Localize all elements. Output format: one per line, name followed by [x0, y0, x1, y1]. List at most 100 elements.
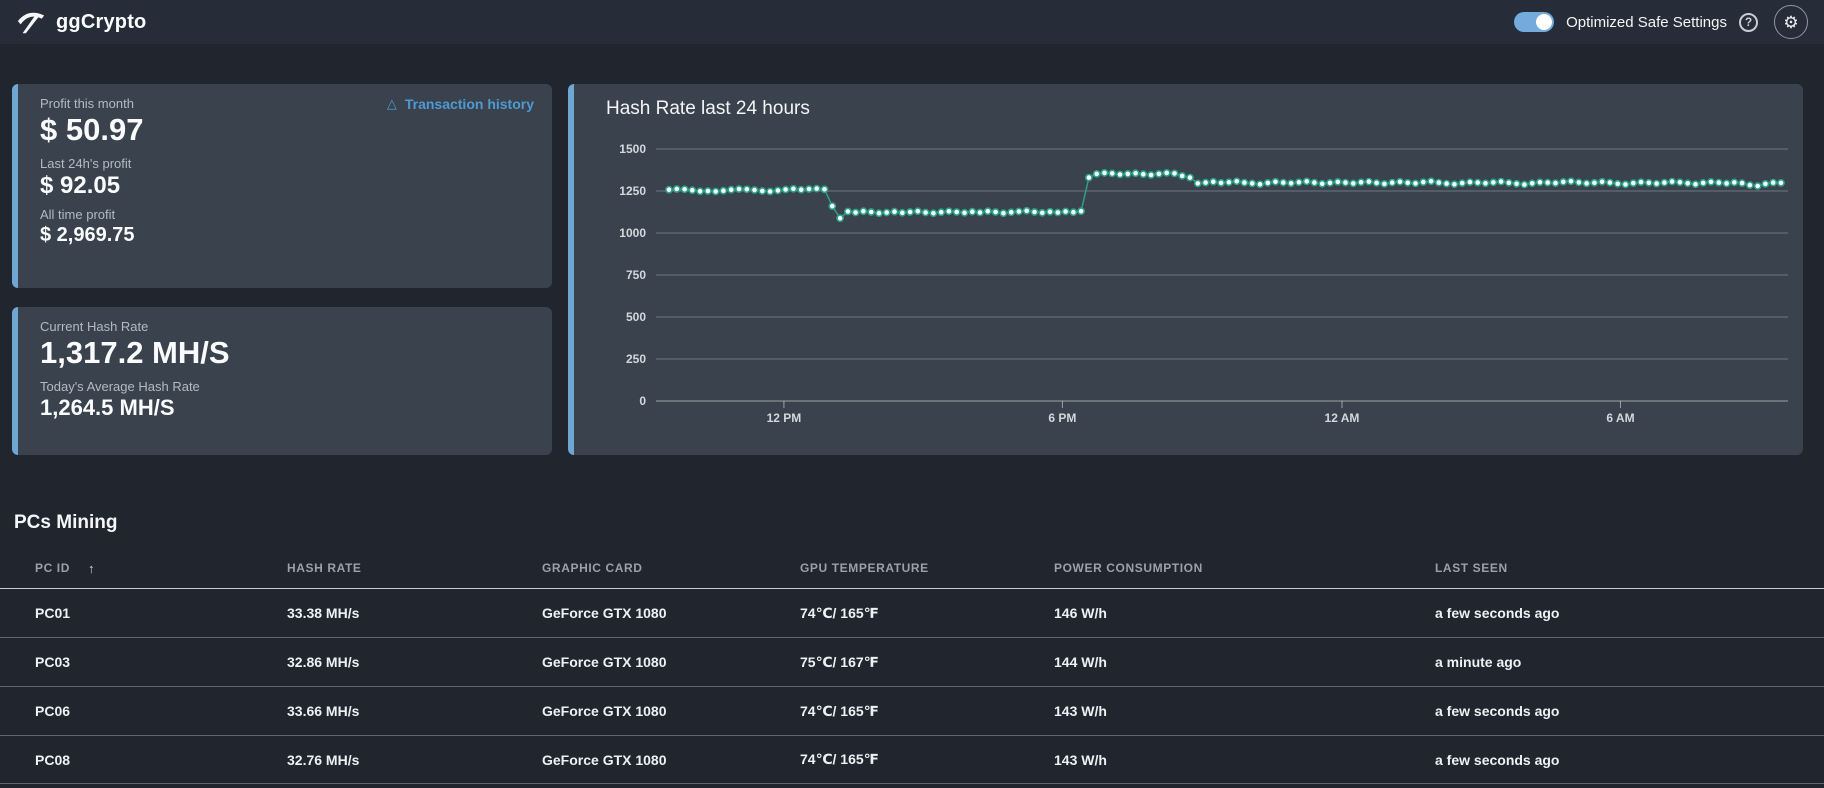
- data-point: [991, 208, 1000, 216]
- column-header-pc-id[interactable]: PC ID ↑: [35, 561, 287, 576]
- data-point: [812, 184, 821, 193]
- data-point: [1372, 179, 1381, 187]
- data-point: [843, 207, 852, 216]
- data-point: [703, 187, 712, 195]
- data-point: [1155, 170, 1163, 178]
- data-point: [1162, 169, 1171, 177]
- data-point: [1139, 170, 1148, 179]
- data-point: [1038, 208, 1047, 217]
- data-point: [665, 185, 673, 194]
- column-header-gpu-temperature[interactable]: GPU TEMPERATURE: [800, 561, 1054, 575]
- data-point: [797, 185, 806, 194]
- data-point: [1263, 179, 1272, 187]
- x-tick-label: 12 AM: [1325, 411, 1360, 425]
- data-point: [1427, 177, 1435, 186]
- data-point: [1777, 179, 1785, 187]
- data-point: [820, 185, 829, 194]
- table-cell: GeForce GTX 1080: [542, 605, 667, 621]
- hashrate-card: Current Hash Rate 1,317.2 MH/S Today's A…: [12, 307, 552, 455]
- x-tick-label: 12 PM: [767, 411, 802, 425]
- data-point: [836, 214, 844, 223]
- table-row[interactable]: PC08 32.76 MH/s GeForce GTX 1080 74℃/ 165℉ 1…: [0, 735, 1824, 784]
- table-row[interactable]: PC06 33.66 MH/s GeForce GTX 1080 74℃/ 165℉ 1…: [0, 686, 1824, 735]
- profit-24h-label: Last 24h's profit: [40, 156, 132, 172]
- table-cell: PC06: [35, 703, 71, 719]
- data-point: [1411, 179, 1420, 188]
- data-point: [976, 208, 984, 217]
- data-point: [1318, 179, 1327, 188]
- data-point: [1730, 178, 1739, 187]
- data-point: [1341, 178, 1350, 187]
- x-tick-label: 6 PM: [1048, 411, 1076, 425]
- data-point: [1271, 177, 1280, 186]
- profit-card: △ Transaction history Profit this month …: [12, 84, 552, 288]
- data-point: [711, 187, 720, 196]
- table-header-row: PC ID ↑ HASH RATE GRAPHIC CARD GPU TEMPE…: [0, 548, 1824, 588]
- data-point: [1582, 179, 1591, 188]
- toggle-label: Optimized Safe Settings: [1566, 13, 1727, 31]
- data-point: [680, 185, 689, 194]
- current-hashrate-value: 1,317.2 MH/S: [40, 335, 230, 370]
- data-point: [960, 208, 969, 217]
- data-point: [672, 185, 681, 193]
- data-point: [983, 207, 992, 216]
- data-point: [999, 209, 1008, 218]
- data-point: [1170, 169, 1179, 178]
- data-point: [1131, 169, 1140, 178]
- data-point: [1644, 178, 1653, 187]
- data-point: [758, 187, 767, 195]
- data-point: [1567, 177, 1575, 186]
- table-cell: 32.76 MH/s: [287, 751, 360, 768]
- data-point: [1753, 182, 1762, 190]
- data-point: [688, 186, 697, 195]
- data-point: [1326, 179, 1334, 187]
- data-point: [1442, 179, 1451, 188]
- topbar: ggCrypto Optimized Safe Settings ? ⚙: [0, 0, 1824, 44]
- data-point: [1637, 178, 1645, 186]
- app-title: ggCrypto: [56, 10, 147, 33]
- help-icon[interactable]: ?: [1739, 12, 1758, 32]
- column-header-graphic-card[interactable]: GRAPHIC CARD: [542, 561, 800, 575]
- data-point: [1551, 179, 1560, 187]
- data-point: [1240, 178, 1249, 187]
- settings-button[interactable]: ⚙: [1774, 5, 1808, 39]
- data-point: [921, 208, 930, 217]
- column-header-hash-rate[interactable]: HASH RATE: [287, 561, 542, 575]
- data-point: [1714, 178, 1723, 187]
- data-point: [1466, 178, 1474, 186]
- data-point: [1100, 169, 1109, 177]
- data-point: [1069, 208, 1078, 217]
- data-point: [867, 208, 876, 216]
- table-cell: a minute ago: [1435, 654, 1522, 670]
- data-point: [1621, 180, 1630, 189]
- table-row[interactable]: PC03 32.86 MH/s GeForce GTX 1080 75℃/ 167℉ 1…: [0, 637, 1824, 686]
- data-point: [1450, 180, 1459, 189]
- table-row[interactable]: PC01 33.38 MH/s GeForce GTX 1080 74℃/ 165℉ 1…: [0, 588, 1824, 637]
- data-point: [1061, 207, 1070, 216]
- table-cell: 144 W/h: [1054, 654, 1107, 670]
- data-point: [1473, 178, 1482, 187]
- table-body: PC01 33.38 MH/s GeForce GTX 1080 74℃/ 165℉ 1…: [0, 588, 1824, 784]
- data-point: [875, 209, 883, 218]
- table-cell: a few seconds ago: [1435, 703, 1560, 719]
- data-point: [1108, 169, 1117, 178]
- data-point: [882, 208, 891, 217]
- transaction-history-link[interactable]: △ Transaction history: [387, 96, 534, 112]
- data-point: [1613, 179, 1622, 188]
- table-cell: 33.66 MH/s: [287, 703, 360, 719]
- data-point: [1598, 177, 1606, 186]
- table-cell: 74℃/ 165℉: [800, 702, 879, 719]
- column-header-last-seen[interactable]: LAST SEEN: [1435, 561, 1824, 575]
- x-tick-label: 6 AM: [1606, 411, 1634, 425]
- pcs-mining-title: PCs Mining: [14, 512, 118, 533]
- optimized-safe-settings-toggle[interactable]: [1514, 12, 1555, 32]
- column-header-power-consumption[interactable]: POWER CONSUMPTION: [1054, 561, 1435, 575]
- data-point: [1458, 179, 1467, 187]
- hashrate-line: [668, 172, 1782, 220]
- data-point: [1287, 179, 1295, 188]
- data-point: [1209, 177, 1218, 186]
- y-tick-label: 500: [626, 310, 646, 324]
- profit-month-value: $ 50.97: [40, 112, 144, 147]
- data-point: [750, 186, 759, 194]
- table-cell: 146 W/h: [1054, 605, 1107, 621]
